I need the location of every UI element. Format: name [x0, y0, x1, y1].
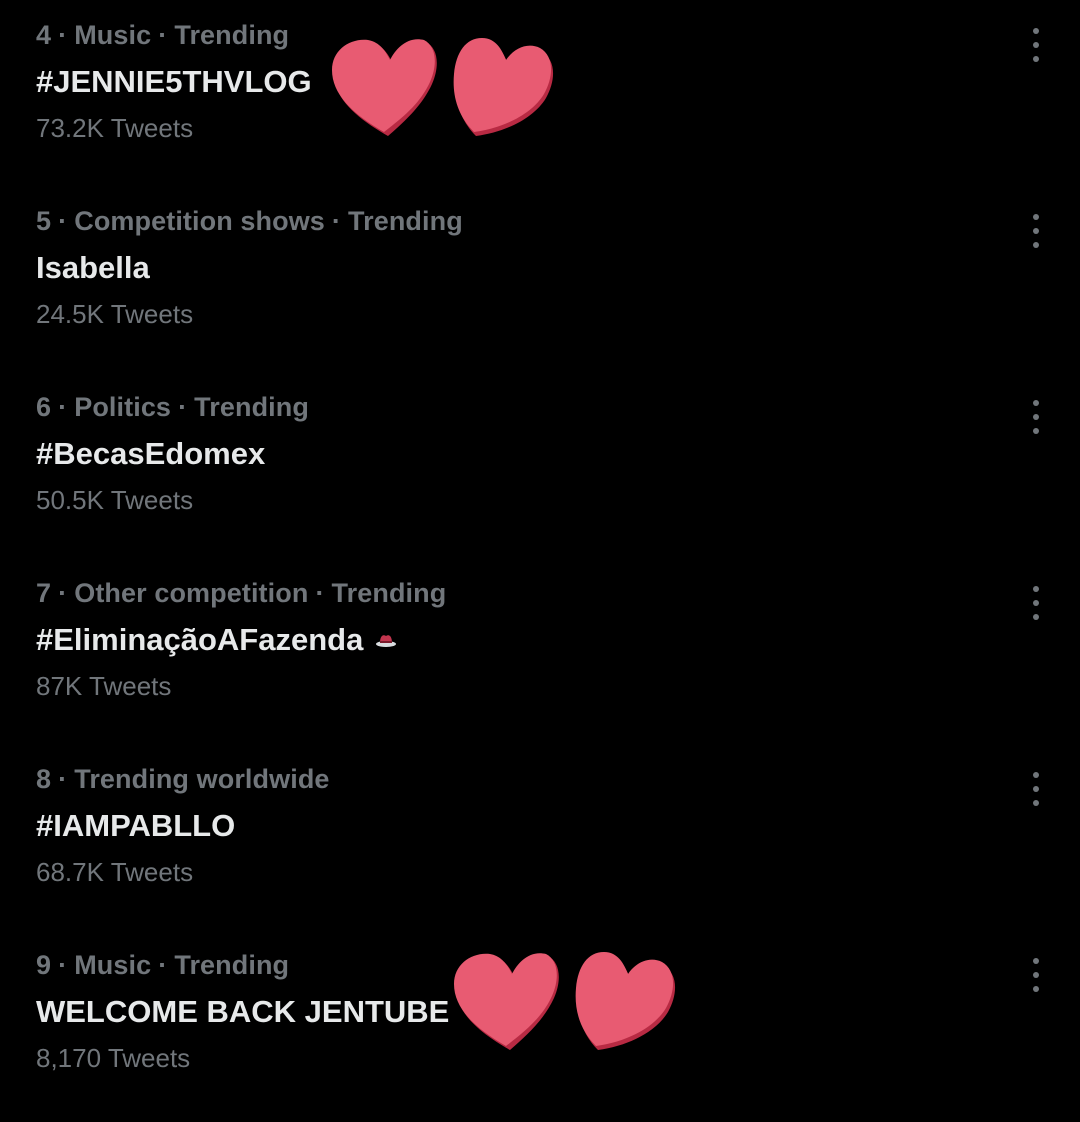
trend-meta: 6 · Politics · Trending [36, 392, 309, 423]
trend-rank: 6 [36, 392, 52, 422]
trend-meta: 8 · Trending worldwide [36, 764, 330, 795]
cowboy-hat-emoji-icon [376, 635, 397, 647]
separator-dot: · [58, 206, 68, 236]
trend-status: Trending [348, 206, 463, 236]
trend-item-4[interactable]: 4 · Music · Trending #JENNIE5THVLOG 73.2K Tw… [0, 6, 1080, 192]
trend-tweet-count: 68.7K Tweets [36, 857, 194, 887]
separator-dot: · [58, 392, 68, 422]
trend-title[interactable]: Isabella [36, 250, 150, 286]
trend-rank: 5 [36, 206, 52, 236]
trend-item-6[interactable]: 6 · Politics · Trending #BecasEdomex 50.5K T… [0, 378, 1080, 564]
trend-item-5[interactable]: 5 · Competition shows · Trending Isabella 24… [0, 192, 1080, 378]
more-options-icon[interactable] [1024, 958, 1048, 992]
trend-status: Trending [174, 950, 290, 980]
trend-tweet-count: 73.2K Tweets [36, 113, 194, 143]
trend-meta: 7 · Other competition · Trending [36, 578, 446, 609]
trend-tweet-count: 8,170 Tweets [36, 1043, 191, 1073]
trend-tweet-count: 50.5K Tweets [36, 485, 194, 515]
separator-dot: · [331, 206, 342, 236]
separator-dot: · [58, 20, 68, 50]
trend-rank: 7 [36, 578, 52, 608]
separator-dot: · [58, 764, 68, 794]
heart-sticker-icon [575, 952, 676, 1050]
trend-item-7[interactable]: 7 · Other competition · Trending #Eliminação… [0, 564, 1080, 750]
trend-category: Politics [74, 392, 172, 422]
trend-title[interactable]: WELCOME BACK JENTUBE [36, 994, 449, 1030]
trend-meta: 5 · Competition shows · Trending [36, 206, 463, 237]
trend-status: Trending [331, 578, 447, 608]
trend-category: Other competition [74, 578, 309, 608]
more-options-icon[interactable] [1024, 772, 1048, 806]
trend-tweet-count: 24.5K Tweets [36, 299, 194, 329]
separator-dot: · [58, 950, 68, 980]
heart-stickers [330, 36, 556, 140]
heart-sticker-icon [453, 38, 554, 136]
trend-title[interactable]: #EliminaçãoAFazenda [36, 622, 363, 658]
separator-dot: · [158, 20, 168, 50]
trend-category: Competition shows [74, 206, 325, 236]
more-options-icon[interactable] [1024, 214, 1048, 248]
more-options-icon[interactable] [1024, 586, 1048, 620]
trend-title[interactable]: #IAMPABLLO [36, 808, 235, 844]
more-options-icon[interactable] [1024, 400, 1048, 434]
trend-tweet-count: 87K Tweets [36, 671, 172, 701]
trend-status: Trending worldwide [74, 764, 330, 794]
heart-sticker-icon [454, 953, 559, 1050]
trend-item-8[interactable]: 8 · Trending worldwide #IAMPABLLO 68.7K Tw… [0, 750, 1080, 936]
trend-rank: 9 [36, 950, 52, 980]
trend-rank: 4 [36, 20, 52, 50]
heart-stickers [452, 950, 678, 1054]
trend-item-9[interactable]: 9 · Music · Trending WELCOME BACK JENTUBE 8,… [0, 936, 1080, 1122]
separator-dot: · [178, 392, 188, 422]
heart-sticker-icon [332, 39, 437, 136]
trend-rank: 8 [36, 764, 52, 794]
separator-dot: · [315, 578, 325, 608]
more-options-icon[interactable] [1024, 28, 1048, 62]
trend-title[interactable]: #BecasEdomex [36, 436, 265, 472]
trend-status: Trending [174, 20, 290, 50]
trend-title[interactable]: #JENNIE5THVLOG [36, 64, 312, 100]
trend-meta: 4 · Music · Trending [36, 20, 289, 51]
trend-category: Music [74, 20, 152, 50]
trend-meta: 9 · Music · Trending [36, 950, 289, 981]
trend-category: Music [74, 950, 152, 980]
trend-status: Trending [194, 392, 309, 422]
separator-dot: · [58, 578, 68, 608]
separator-dot: · [158, 950, 168, 980]
trend-title-row[interactable]: #EliminaçãoAFazenda [36, 622, 397, 658]
